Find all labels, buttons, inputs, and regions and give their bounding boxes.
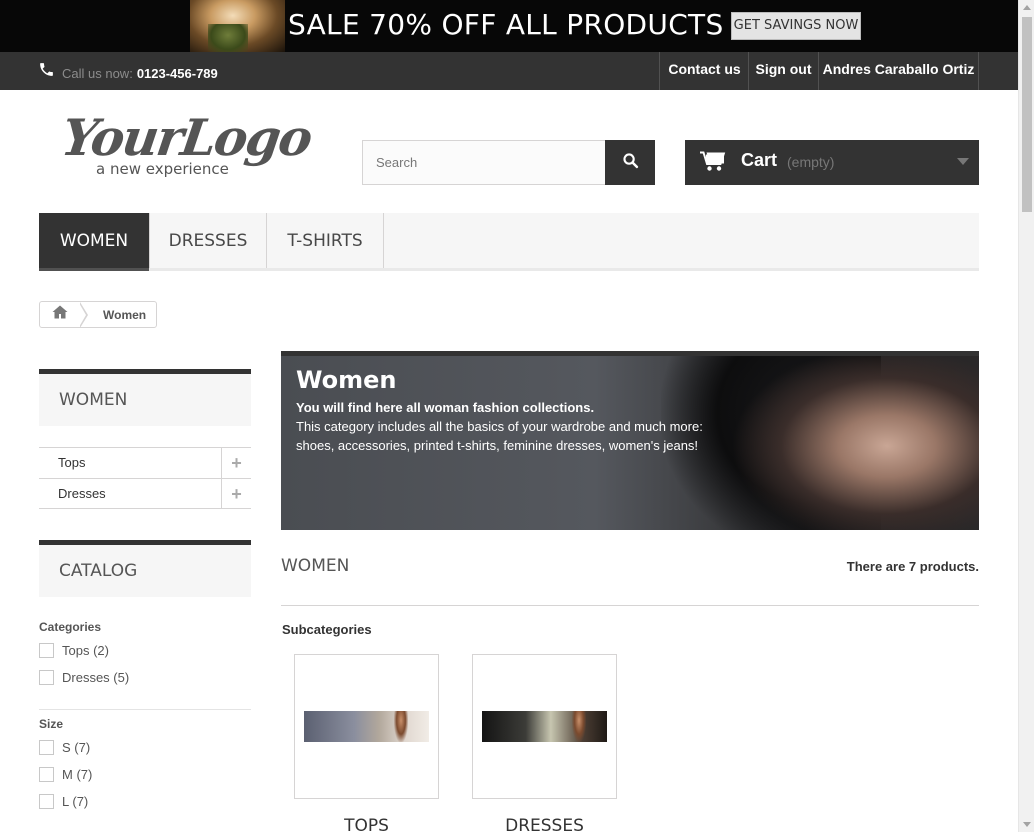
filter-option-size-s[interactable]: S (7) (39, 740, 90, 755)
product-count: There are 7 products. (846, 559, 979, 574)
home-icon (52, 305, 68, 324)
checkbox[interactable] (39, 794, 54, 809)
checkbox[interactable] (39, 643, 54, 658)
category-title: Women (296, 366, 397, 394)
search-bar (362, 140, 655, 185)
search-button[interactable] (605, 140, 655, 185)
menu-item-women[interactable]: WOMEN (39, 213, 150, 271)
expand-plus-icon[interactable]: + (221, 479, 251, 509)
subcategory-name-tops[interactable]: TOPS (294, 816, 439, 836)
category-label: Dresses (58, 486, 106, 501)
filter-categories-label: Categories (39, 620, 102, 634)
filter-option-size-l[interactable]: L (7) (39, 794, 88, 809)
phone-number: 0123-456-789 (136, 66, 218, 81)
main-menu: WOMEN DRESSES T-SHIRTS (39, 213, 979, 271)
promo-model-image (190, 0, 285, 52)
filter-option-label: M (7) (62, 767, 93, 782)
chevron-down-icon (957, 158, 969, 165)
subcategory-image (482, 711, 607, 742)
filter-divider (39, 709, 251, 710)
phone-icon (38, 61, 55, 83)
breadcrumb-current: Women (103, 307, 147, 322)
banner-model-image (731, 356, 979, 530)
filter-option-dresses[interactable]: Dresses (5) (39, 670, 129, 685)
filter-option-tops[interactable]: Tops (2) (39, 643, 109, 658)
checkbox[interactable] (39, 670, 54, 685)
expand-plus-icon[interactable]: + (221, 448, 251, 478)
sidebar-category-tops[interactable]: Tops + (39, 447, 251, 478)
category-block-title: WOMEN (39, 369, 251, 426)
search-icon (622, 152, 639, 174)
vertical-scrollbar[interactable] (1018, 0, 1034, 832)
subcategories-heading: Subcategories (282, 622, 372, 637)
call-us-label: Call us now: (62, 66, 133, 81)
get-savings-button[interactable]: GET SAVINGS NOW (731, 12, 861, 40)
site-logo[interactable]: YourLogo a new experience (58, 108, 315, 183)
contact-us-link[interactable]: Contact us (659, 52, 749, 90)
menu-item-dresses[interactable]: DRESSES (150, 213, 267, 268)
category-subtitle: You will find here all woman fashion col… (296, 400, 595, 415)
phone-info: Call us now: 0123-456-789 (38, 61, 218, 83)
category-description-line-1: This category includes all the basics of… (296, 419, 703, 434)
category-label: Tops (58, 455, 86, 470)
cart-button[interactable]: Cart (empty) (685, 140, 979, 185)
logo-wordmark: YourLogo (57, 108, 315, 167)
subcategory-card-tops[interactable] (294, 654, 439, 799)
search-input[interactable] (362, 140, 606, 185)
breadcrumb-separator (79, 301, 88, 328)
listing-title: WOMEN (281, 556, 350, 576)
filter-option-label: S (7) (62, 740, 91, 755)
subcategory-card-dresses[interactable] (472, 654, 617, 799)
menu-item-tshirts[interactable]: T-SHIRTS (267, 213, 384, 268)
filter-option-label: L (7) (62, 794, 89, 809)
promo-headline: SALE 70% OFF ALL PRODUCTS (288, 8, 724, 41)
scroll-up-arrow-icon[interactable] (1023, 5, 1031, 10)
scrollbar-thumb[interactable] (1022, 17, 1032, 212)
top-nav-bar: Call us now: 0123-456-789 Contact us Sig… (0, 52, 1018, 90)
checkbox[interactable] (39, 767, 54, 782)
filter-size-label: Size (39, 717, 64, 731)
breadcrumb: Women (39, 301, 158, 328)
logo-tagline: a new experience (96, 160, 229, 178)
scroll-down-arrow-icon[interactable] (1023, 822, 1031, 827)
filter-option-label: Dresses (5) (62, 670, 130, 685)
checkbox[interactable] (39, 740, 54, 755)
category-banner: Women You will find here all woman fashi… (281, 351, 979, 530)
account-link[interactable]: Andres Caraballo Ortiz (818, 52, 979, 90)
subcategory-name-dresses[interactable]: DRESSES (472, 816, 617, 836)
promo-banner[interactable]: SALE 70% OFF ALL PRODUCTS GET SAVINGS NO… (0, 0, 1018, 52)
cart-icon (700, 150, 726, 177)
breadcrumb-home[interactable] (40, 302, 80, 327)
sign-out-link[interactable]: Sign out (748, 52, 818, 90)
sidebar-category-dresses[interactable]: Dresses + (39, 478, 251, 509)
filter-option-size-m[interactable]: M (7) (39, 767, 92, 782)
listing-divider (281, 605, 979, 606)
category-description-line-2: shoes, accessories, printed t-shirts, fe… (296, 438, 699, 453)
cart-label: Cart (741, 150, 778, 170)
filter-option-label: Tops (2) (62, 643, 109, 658)
subcategory-image (304, 711, 429, 742)
cart-status: (empty) (787, 154, 835, 170)
catalog-block-title: CATALOG (39, 540, 251, 597)
